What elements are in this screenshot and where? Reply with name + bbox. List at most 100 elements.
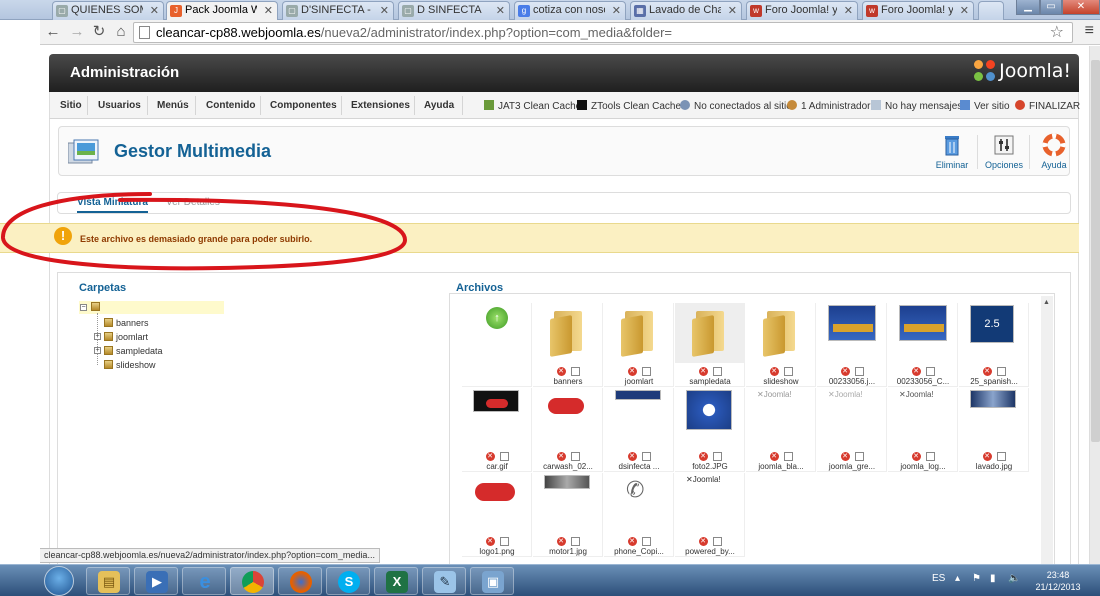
close-icon[interactable]: ✕ — [380, 4, 389, 17]
menu-usuarios[interactable]: Usuarios — [98, 100, 141, 111]
folder-tree-root[interactable] — [79, 301, 224, 314]
menu-componentes[interactable]: Componentes — [270, 100, 337, 111]
select-checkbox[interactable] — [499, 451, 509, 461]
thumbnail-area[interactable] — [533, 388, 603, 448]
file-thumbnail[interactable]: ✕ 00233056_C... — [888, 303, 958, 387]
jat3-clean-cache-link[interactable]: JAT3 Clean Cache — [484, 100, 581, 112]
taskbar-media-player[interactable]: ▶ — [134, 567, 178, 595]
delete-icon[interactable]: ✕ — [556, 366, 566, 376]
taskbar-clock[interactable]: 23:48 21/12/2013 — [1030, 569, 1086, 593]
forward-icon[interactable]: → — [68, 23, 86, 41]
select-checkbox[interactable] — [783, 366, 793, 376]
delete-icon[interactable]: ✕ — [982, 366, 992, 376]
logout-link[interactable]: FINALIZAR — [1015, 100, 1080, 112]
thumbnail-area[interactable] — [817, 303, 887, 363]
thumbnail-area[interactable]: ✕Joomla! — [817, 388, 887, 448]
tree-collapse-icon[interactable]: − — [80, 304, 87, 311]
minimize-button[interactable]: ▁ — [1016, 0, 1040, 15]
files-scrollbar[interactable]: ▲ — [1041, 296, 1053, 566]
browser-tab[interactable]: ▦Lavado de Chasis ✕ — [630, 1, 742, 20]
folder-thumbnail[interactable]: ✕ banners — [533, 303, 603, 387]
window-close-button[interactable]: ✕ — [1062, 0, 1100, 15]
delete-icon[interactable]: ✕ — [911, 451, 921, 461]
thumbnail-area[interactable] — [462, 473, 532, 533]
taskbar-window[interactable]: ▣ — [470, 567, 514, 595]
back-icon[interactable]: ← — [44, 23, 62, 41]
menu-ayuda[interactable]: Ayuda — [424, 100, 454, 111]
browser-tab[interactable]: gcotiza con nosotro ✕ — [514, 1, 626, 20]
new-tab-button[interactable] — [978, 1, 1004, 20]
menu-menus[interactable]: Menús — [157, 100, 189, 111]
thumbnail-area[interactable] — [959, 388, 1029, 448]
network-icon[interactable]: ▮ — [990, 573, 996, 584]
close-icon[interactable]: ✕ — [496, 4, 505, 17]
help-button[interactable]: Ayuda — [1029, 133, 1079, 173]
delete-button[interactable]: Eliminar — [927, 133, 977, 173]
taskbar-internet-explorer[interactable]: e — [182, 567, 226, 595]
bookmark-star-icon[interactable]: ☆ — [1050, 22, 1064, 42]
thumbnail-area[interactable]: ↑ — [462, 303, 532, 363]
close-icon[interactable]: ✕ — [612, 4, 621, 17]
select-checkbox[interactable] — [854, 451, 864, 461]
browser-tab[interactable]: wForo Joomla! y We ✕ — [746, 1, 858, 20]
thumbnail-area[interactable] — [675, 388, 745, 448]
thumbnail-area[interactable] — [746, 303, 816, 363]
flag-icon[interactable]: ⚑ — [972, 573, 981, 584]
menu-sitio[interactable]: Sitio — [60, 100, 82, 111]
delete-icon[interactable]: ✕ — [556, 451, 566, 461]
parent-folder-thumbnail[interactable]: ↑ — [462, 303, 532, 387]
select-checkbox[interactable] — [499, 536, 509, 546]
options-button[interactable]: Opciones — [979, 133, 1029, 173]
select-checkbox[interactable] — [996, 451, 1006, 461]
delete-icon[interactable]: ✕ — [485, 536, 495, 546]
file-thumbnail[interactable]: ✕Joomla! ✕ joomla_log... — [888, 388, 958, 472]
delete-icon[interactable]: ✕ — [840, 451, 850, 461]
thumbnail-area[interactable]: ✆ — [604, 473, 674, 533]
view-site-link[interactable]: Ver sitio — [960, 100, 1010, 112]
file-thumbnail[interactable]: ✕ foto2.JPG — [675, 388, 745, 472]
tab-detail-view[interactable]: Ver Detalles — [166, 197, 220, 208]
thumbnail-area[interactable]: ✕Joomla! — [888, 388, 958, 448]
volume-icon[interactable]: 🔈 — [1008, 573, 1020, 584]
file-thumbnail[interactable]: ✕ logo1.png — [462, 473, 532, 557]
folder-thumbnail[interactable]: ✕ sampledata — [675, 303, 745, 387]
select-checkbox[interactable] — [570, 536, 580, 546]
select-checkbox[interactable] — [712, 536, 722, 546]
browser-tab[interactable]: JPack Joomla Web ✕ — [166, 1, 278, 21]
browser-tab[interactable]: ▢D'SINFECTA - Mat ✕ — [282, 1, 394, 20]
reload-icon[interactable]: ↻ — [90, 23, 108, 41]
language-indicator[interactable]: ES — [932, 573, 945, 584]
delete-icon[interactable]: ✕ — [911, 366, 921, 376]
delete-icon[interactable]: ✕ — [698, 451, 708, 461]
taskbar-firefox[interactable] — [278, 567, 322, 595]
tree-expand-icon[interactable]: + — [94, 333, 101, 340]
page-scrollbar[interactable] — [1089, 46, 1100, 564]
scrollbar-thumb[interactable] — [1091, 60, 1100, 442]
close-icon[interactable]: ✕ — [844, 4, 853, 17]
taskbar-notes[interactable]: ✎ — [422, 567, 466, 595]
ztools-clean-cache-link[interactable]: ZTools Clean Cache — [577, 100, 681, 112]
maximize-button[interactable]: ▭ — [1040, 0, 1062, 15]
thumbnail-area[interactable]: ✕Joomla! — [746, 388, 816, 448]
start-button[interactable] — [44, 566, 74, 596]
thumbnail-area[interactable] — [604, 303, 674, 363]
thumbnail-area[interactable] — [888, 303, 958, 363]
thumbnail-area[interactable] — [533, 473, 603, 533]
delete-icon[interactable]: ✕ — [485, 451, 495, 461]
browser-menu-icon[interactable]: ≡ — [1085, 22, 1094, 40]
tray-expand-icon[interactable]: ▴ — [955, 573, 960, 584]
file-thumbnail[interactable]: ✕Joomla! ✕ powered_by... — [675, 473, 745, 557]
scroll-up-icon[interactable]: ▲ — [1043, 299, 1050, 306]
browser-tab[interactable]: ▢QUIENES SOMOS ✕ — [52, 1, 164, 20]
tab-thumbnail-view[interactable]: Vista Miniatura — [77, 197, 148, 213]
folder-thumbnail[interactable]: ✕ slideshow — [746, 303, 816, 387]
select-checkbox[interactable] — [925, 451, 935, 461]
file-thumbnail[interactable]: ✆ ✕ phone_Copi... — [604, 473, 674, 557]
close-icon[interactable]: ✕ — [960, 4, 969, 17]
select-checkbox[interactable] — [925, 366, 935, 376]
delete-icon[interactable]: ✕ — [627, 366, 637, 376]
taskbar-chrome[interactable] — [230, 567, 274, 595]
delete-icon[interactable]: ✕ — [982, 451, 992, 461]
delete-icon[interactable]: ✕ — [769, 366, 779, 376]
delete-icon[interactable]: ✕ — [627, 451, 637, 461]
